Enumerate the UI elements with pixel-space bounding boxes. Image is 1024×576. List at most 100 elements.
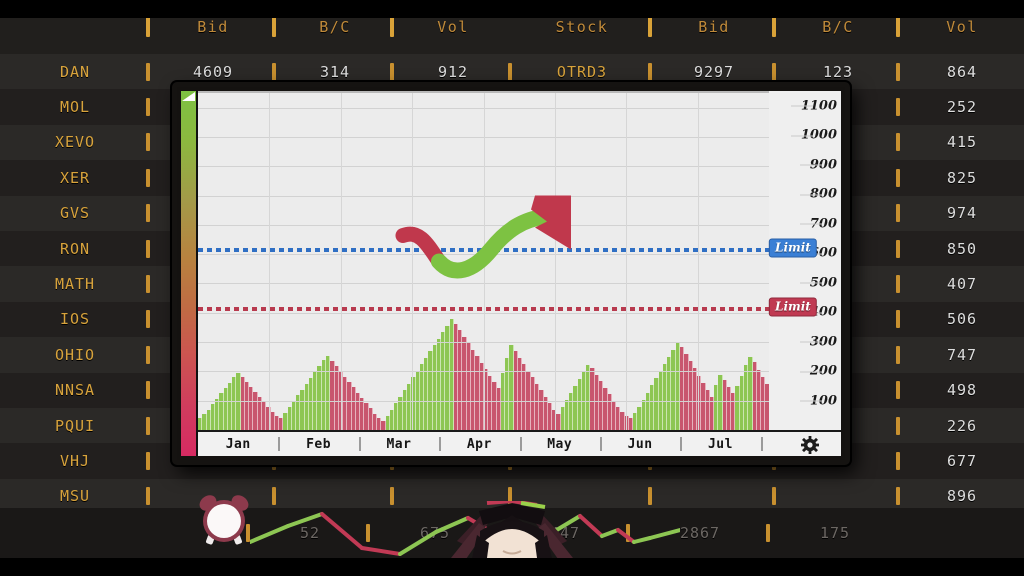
column-pip-icon (896, 17, 900, 37)
x-axis-tick-label: Jan (225, 436, 251, 452)
y-axis-tick-label: 100 (799, 393, 837, 408)
gridline-v (412, 93, 414, 430)
x-axis-tick-label: Apr (466, 436, 492, 452)
cell-bid: 4609 (146, 62, 276, 81)
alarm-clock-icon (199, 495, 249, 545)
cell-bc: 123 (772, 62, 900, 81)
limit-badge[interactable]: Limit (769, 238, 817, 258)
x-axis[interactable]: Jan Feb Mar Apr May Jun Jul (198, 430, 841, 456)
x-axis-separator (760, 437, 763, 451)
x-axis-separator (599, 437, 602, 451)
column-pip-icon (146, 204, 150, 223)
cell-vol: 252 (896, 98, 1024, 117)
cell-symbol: VHJ (59, 451, 91, 470)
gridline-v (483, 93, 485, 430)
x-axis-tick-label: Mar (386, 436, 412, 452)
y-axis-tick (799, 164, 822, 166)
column-pip-icon (146, 133, 150, 152)
column-pip-icon (896, 62, 900, 81)
plot-area[interactable]: Limit Limit (198, 91, 817, 430)
gridline-v (626, 93, 628, 430)
cell-vol: 747 (896, 345, 1024, 364)
letterbox-top (0, 0, 1024, 18)
chart-window[interactable]: Limit Limit 1100 1000 900 800 700 600 500 400 300… (172, 82, 850, 465)
column-pip-icon (896, 204, 900, 223)
column-pip-icon (272, 62, 276, 81)
chart-inner: Limit Limit 1100 1000 900 800 700 600 500 400 300… (181, 91, 841, 456)
cell-symbol: MSU (59, 487, 91, 506)
cell-vol: 896 (896, 487, 1024, 506)
column-pip-icon (896, 239, 900, 258)
cell-vol: 226 (896, 416, 1024, 435)
y-axis-tick (790, 135, 813, 137)
y-axis-tick (799, 400, 822, 402)
cell-vol: 864 (896, 62, 1024, 81)
game-screen: Bid B/C Vol DAN 4609 314 912 MOL XEVO XER GVS RO… (0, 0, 1024, 576)
y-axis-tick (799, 223, 822, 225)
limit-badge[interactable]: Limit (769, 297, 817, 317)
cell-symbol: XER (59, 168, 91, 187)
y-axis-tick-label: 800 (799, 187, 837, 202)
column-pip-icon (146, 310, 150, 329)
column-pip-icon (146, 17, 150, 37)
cell-vol: 850 (896, 239, 1024, 258)
column-pip-icon (508, 62, 512, 81)
x-axis-separator (358, 437, 361, 451)
ticker-value: 175 (766, 524, 900, 542)
column-pip-icon (146, 416, 150, 435)
column-pip-icon (766, 524, 770, 542)
y-axis-tick-label: 700 (799, 216, 837, 231)
price-gauge[interactable] (181, 91, 198, 456)
cell-vol: 407 (896, 275, 1024, 294)
gear-icon[interactable] (801, 436, 819, 454)
column-pip-icon (390, 62, 394, 81)
x-axis-separator (519, 437, 522, 451)
cell-vol: 825 (896, 168, 1024, 187)
cell-bc: 314 (272, 62, 394, 81)
y-axis-tick (799, 282, 822, 284)
column-pip-icon (896, 345, 900, 364)
cell-bid: 9297 (648, 62, 776, 81)
cell-vol: 974 (896, 204, 1024, 223)
plot-wrapper: Limit Limit 1100 1000 900 800 700 600 500 400 300… (198, 91, 841, 456)
header-bid: Bid (648, 17, 776, 37)
y-axis-tick-label: 1100 (790, 98, 837, 113)
y-axis-tick-label: 500 (799, 275, 837, 290)
gridline-v (269, 93, 271, 430)
column-pip-icon (146, 62, 150, 81)
cell-symbol: OHIO (54, 345, 96, 364)
y-axis-tick (799, 194, 822, 196)
column-pip-icon (896, 168, 900, 187)
column-pip-icon (272, 17, 276, 37)
y-axis: 1100 1000 900 800 700 600 500 400 300 200 100 (769, 91, 841, 430)
header-bc: B/C (272, 17, 394, 37)
x-axis-tick-label: Jun (627, 436, 653, 452)
y-axis-tick (799, 341, 822, 343)
y-axis-tick-label: 300 (799, 334, 837, 349)
column-pip-icon (896, 275, 900, 294)
gauge-marker-icon (182, 92, 195, 101)
cell-symbol: MATH (54, 275, 96, 294)
column-pip-icon (146, 275, 150, 294)
header-vol: Vol (390, 17, 512, 37)
y-axis-tick-label: 900 (799, 157, 837, 172)
column-pip-icon (896, 310, 900, 329)
y-axis-tick-label: 1000 (790, 128, 837, 143)
column-pip-icon (272, 487, 276, 506)
x-axis-tick-label: May (547, 436, 573, 452)
column-pip-icon (390, 17, 394, 37)
column-pip-icon (896, 381, 900, 400)
column-pip-icon (896, 451, 900, 470)
column-pip-icon (772, 17, 776, 37)
header-stock: Stock (555, 18, 609, 36)
cell-symbol: GVS (59, 204, 91, 223)
limit-line (198, 248, 769, 253)
cell-vol: 912 (390, 62, 512, 81)
letterbox-bottom (0, 558, 1024, 576)
x-axis-separator (680, 437, 683, 451)
cell-vol: 506 (896, 310, 1024, 329)
column-pip-icon (146, 98, 150, 117)
cell-symbol: XEVO (54, 133, 96, 152)
cell-symbol: OTRD3 (508, 62, 652, 81)
x-axis-separator (439, 437, 442, 451)
